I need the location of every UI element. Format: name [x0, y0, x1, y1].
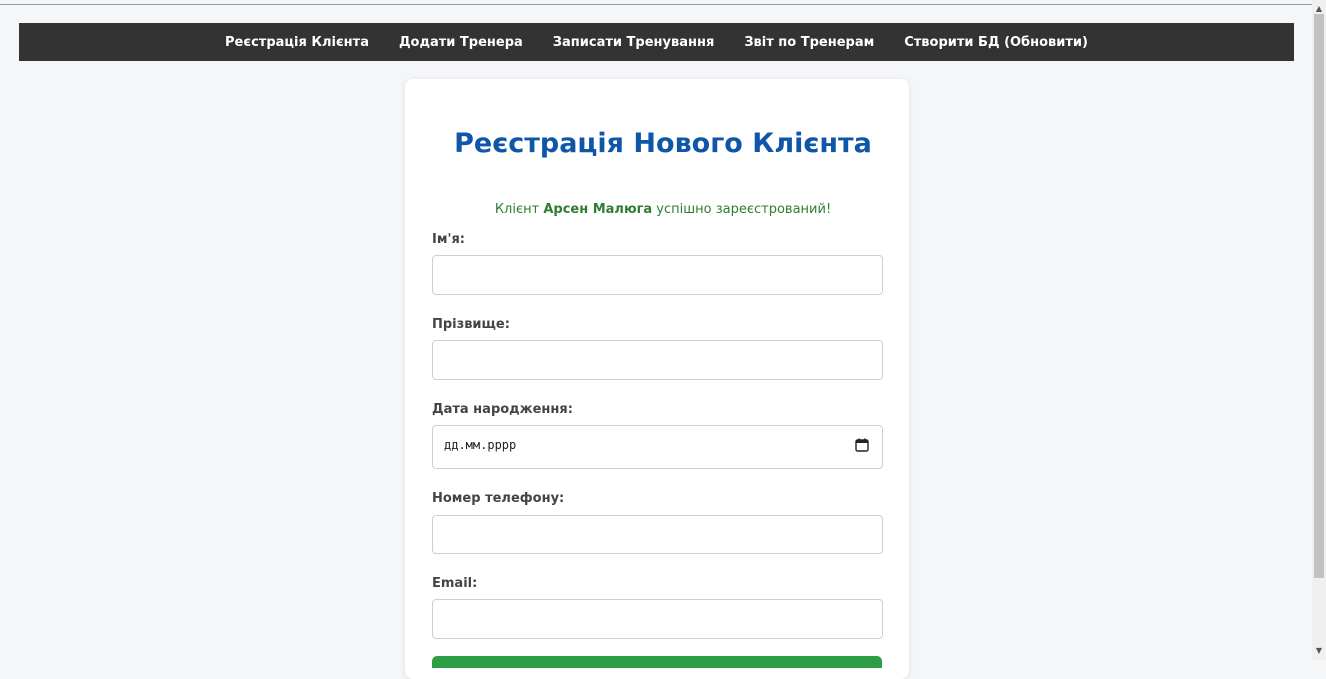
nav-create-db[interactable]: Створити БД (Обновити)	[904, 35, 1088, 50]
first-name-field[interactable]	[432, 255, 883, 295]
phone-label: Номер телефону:	[432, 491, 565, 506]
scrollbar-thumb[interactable]	[1314, 14, 1324, 578]
window-top-border	[0, 4, 1312, 5]
success-prefix: Клієнт	[494, 202, 544, 217]
last-name-field[interactable]	[432, 340, 883, 380]
page-title: Реєстрація Нового Клієнта	[454, 128, 872, 159]
nav-add-trainer[interactable]: Додати Тренера	[399, 35, 523, 50]
calendar-icon[interactable]	[855, 438, 869, 452]
first-name-label: Ім'я:	[432, 232, 465, 247]
success-suffix: успішно зареєстрований!	[652, 202, 832, 217]
email-field[interactable]	[432, 599, 883, 639]
success-message: Клієнт Арсен Малюга успішно зареєстрован…	[0, 202, 1326, 217]
vertical-scrollbar[interactable]: ▲ ▼	[1312, 0, 1326, 660]
phone-field[interactable]	[432, 515, 883, 554]
nav-client-registration[interactable]: Реєстрація Клієнта	[225, 35, 369, 50]
top-navbar: Реєстрація Клієнта Додати Тренера Записа…	[19, 23, 1294, 61]
scroll-down-arrow-icon[interactable]: ▼	[1312, 644, 1326, 658]
last-name-label: Прізвище:	[432, 317, 510, 332]
birth-date-label: Дата народження:	[432, 402, 573, 417]
submit-button[interactable]	[432, 656, 882, 668]
nav-trainer-report[interactable]: Звіт по Тренерам	[744, 35, 874, 50]
birth-date-field[interactable]: дд.мм.рррр	[432, 425, 883, 469]
birth-date-placeholder: дд.мм.рррр	[444, 438, 517, 452]
success-client-name: Арсен Малюга	[543, 202, 653, 217]
nav-record-training[interactable]: Записати Тренування	[553, 35, 715, 50]
email-label: Email:	[432, 576, 478, 591]
